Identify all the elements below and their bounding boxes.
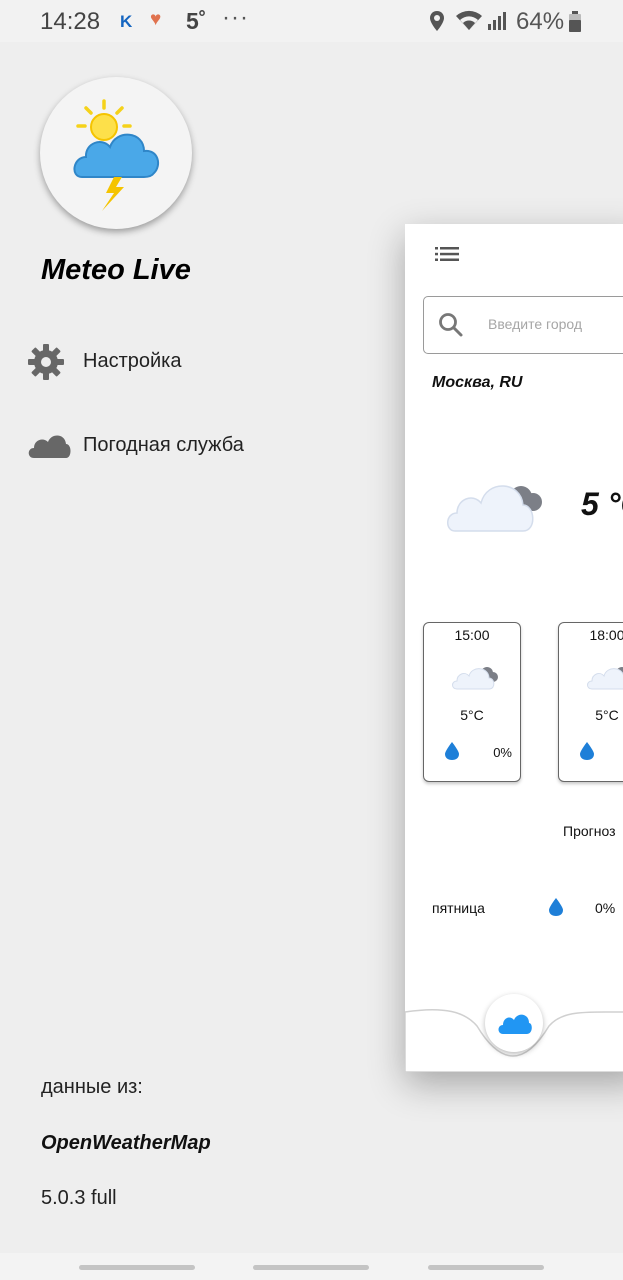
k-badge-icon: K (120, 12, 133, 31)
city-search-input[interactable] (486, 315, 623, 333)
cloudy-weather-icon (586, 659, 623, 696)
data-source-link[interactable]: OpenWeatherMap (41, 1132, 211, 1155)
status-time: 14:28 (40, 8, 101, 35)
weather-home-button[interactable] (485, 994, 543, 1052)
nav-back-button[interactable] (428, 1265, 544, 1270)
signal-icon (487, 11, 509, 36)
water-drop-icon (444, 741, 460, 766)
battery-icon (568, 11, 582, 38)
cloudy-weather-icon (445, 469, 549, 538)
status-bar: 14:28 K ♥ 5˚ ··· 64% (0, 0, 623, 42)
location-pin-icon (428, 10, 446, 37)
city-name: Москва, RU (432, 374, 523, 391)
hourly-card[interactable]: 15:00 5°C 0% (423, 622, 521, 782)
search-icon (438, 312, 464, 343)
hourly-time: 18:00 (589, 627, 623, 643)
weather-main-panel[interactable]: Москва, RU 5 °C 15:00 5°C 0% 18:00 (405, 224, 623, 1072)
hourly-precipitation: 0% (493, 745, 512, 760)
hourly-card[interactable]: 18:00 5°C 0% (558, 622, 623, 782)
system-navigation-bar (0, 1253, 623, 1280)
daily-forecast-day: пятница (432, 900, 485, 916)
menu-item-settings[interactable]: Настройка (26, 340, 326, 384)
nav-recent-button[interactable] (79, 1265, 195, 1270)
menu-item-label: Настройка (83, 350, 182, 372)
more-notifications-icon: ··· (222, 4, 249, 31)
data-source-label: данные из: (41, 1076, 143, 1098)
city-search-box[interactable] (423, 296, 623, 354)
cloudy-weather-icon (451, 659, 501, 696)
menu-item-weather-service[interactable]: Погодная служба (26, 424, 326, 468)
storm-cloud-sun-icon (73, 99, 160, 211)
app-version: 5.0.3 full (41, 1187, 117, 1209)
water-drop-icon (548, 897, 564, 922)
forecast-heading: Прогноз (563, 823, 616, 839)
daily-precipitation: 0% (595, 900, 616, 916)
cloud-icon (498, 1014, 532, 1034)
status-temperature: 5˚ (186, 8, 207, 34)
water-drop-icon (579, 741, 595, 766)
menu-item-label: Погодная служба (83, 434, 244, 456)
nav-home-button[interactable] (253, 1265, 369, 1270)
app-logo (40, 77, 192, 229)
app-title: Meteo Live (41, 254, 191, 286)
battery-percentage: 64% (516, 8, 565, 35)
cloud-icon (26, 424, 72, 473)
list-menu-icon[interactable] (435, 246, 459, 267)
gear-icon (26, 340, 68, 389)
heart-pulse-icon: ♥ (150, 9, 162, 30)
wifi-icon (455, 10, 483, 37)
hourly-time: 15:00 (454, 627, 490, 643)
hourly-temperature: 5°C (460, 707, 484, 723)
hourly-temperature: 5°C (595, 707, 619, 723)
current-temperature: 5 °C (581, 486, 623, 522)
